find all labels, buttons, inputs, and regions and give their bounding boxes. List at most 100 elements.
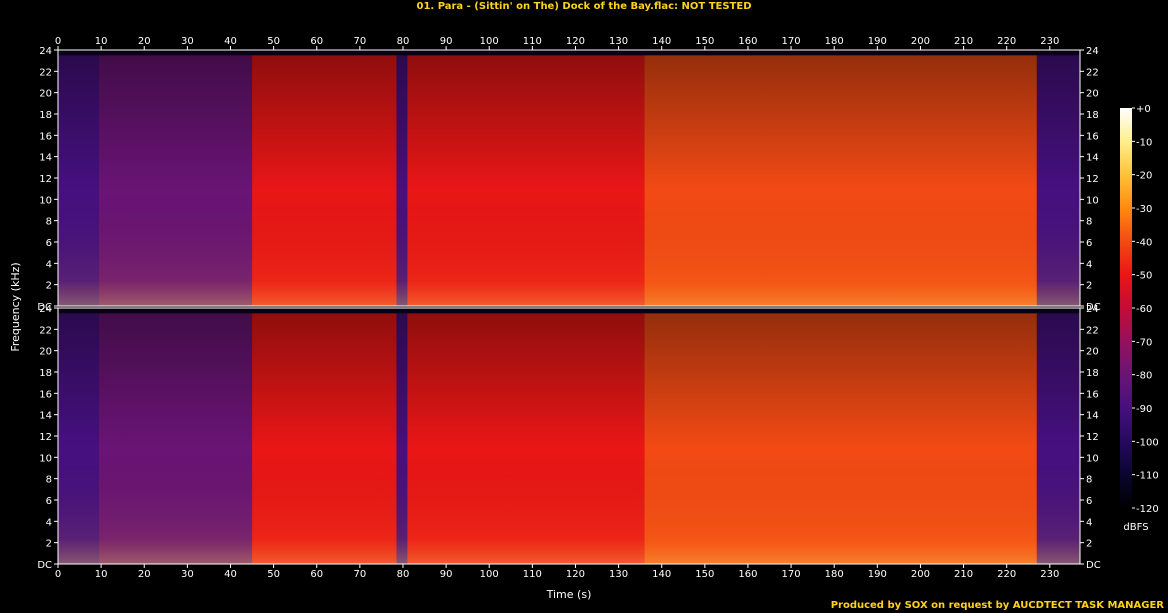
x-tick-label: 160 [738,569,757,580]
x-tick-label: 120 [566,569,585,580]
x-tick-label: 220 [997,36,1016,47]
y-tick-label: DC [37,560,52,571]
y-tick-label: 4 [46,259,52,270]
x-tick-label: 210 [954,569,973,580]
x-tick-label: 50 [267,36,280,47]
colorbar-label: -120 [1136,504,1159,515]
x-tick-label: 190 [868,36,887,47]
colorbar-label: -50 [1136,271,1152,282]
y-tick-label: 18 [39,110,52,121]
y-tick-label: 22 [39,325,52,336]
colorbar [1120,108,1132,508]
x-tick-label: 120 [566,36,585,47]
y-tick-label: 10 [1086,195,1099,206]
y-tick-label: 6 [1086,496,1092,507]
y-tick-label: 22 [1086,325,1099,336]
y-tick-label: 6 [46,238,52,249]
colorbar-label: -70 [1136,337,1152,348]
x-tick-label: 180 [825,569,844,580]
y-tick-label: 24 [39,304,52,315]
x-tick-label: 30 [181,36,194,47]
channel-panel-2 [57,307,1081,565]
x-tick-label: 80 [397,36,410,47]
y-tick-label: 8 [1086,217,1092,228]
x-tick-label: 100 [480,36,499,47]
x-tick-label: 200 [911,569,930,580]
y-tick-label: 4 [1086,259,1092,270]
spectrum-shading [58,50,1080,306]
y-tick-label: 8 [1086,475,1092,486]
y-tick-label: 4 [1086,517,1092,528]
y-tick-label: 18 [1086,110,1099,121]
x-tick-label: 0 [55,569,61,580]
x-tick-label: 20 [138,36,151,47]
colorbar-label: -10 [1136,137,1152,148]
x-tick-label: 170 [782,36,801,47]
x-tick-label: 170 [782,569,801,580]
y-tick-label: 20 [39,347,52,358]
x-axis-label: Time (s) [546,588,592,601]
y-tick-label: 6 [46,496,52,507]
colorbar-label: -30 [1136,204,1152,215]
y-tick-label: 10 [39,453,52,464]
y-tick-label: 24 [1086,304,1099,315]
x-tick-label: 80 [397,569,410,580]
x-tick-label: 40 [224,569,237,580]
y-axis-label: Frequency (kHz) [9,262,22,351]
y-tick-label: 16 [39,389,52,400]
colorbar-label: -20 [1136,171,1152,182]
y-tick-label: 14 [39,153,52,164]
y-tick-label: 16 [39,131,52,142]
colorbar-label: -80 [1136,371,1152,382]
y-tick-label: 16 [1086,131,1099,142]
y-tick-label: 14 [1086,411,1099,422]
x-tick-label: 60 [310,569,323,580]
y-tick-label: 2 [46,281,52,292]
colorbar-label: +0 [1136,104,1151,115]
x-tick-label: 150 [695,36,714,47]
x-tick-label: 70 [353,569,366,580]
y-tick-label: 6 [1086,238,1092,249]
x-tick-label: 70 [353,36,366,47]
x-tick-label: 130 [609,569,628,580]
colorbar-unit: dBFS [1123,522,1148,533]
x-tick-label: 0 [55,36,61,47]
channel-panel-1 [57,49,1081,307]
x-tick-label: 90 [440,569,453,580]
x-tick-label: 110 [523,569,542,580]
y-tick-label: 8 [46,475,52,486]
y-tick-label: DC [1086,560,1101,571]
y-tick-label: 22 [1086,67,1099,78]
x-tick-label: 160 [738,36,757,47]
y-tick-label: 2 [1086,539,1092,550]
credit-text: Produced by SOX on request by AUCDTECT T… [830,600,1164,611]
y-tick-label: 12 [1086,174,1099,185]
colorbar-label: -100 [1136,437,1159,448]
y-tick-label: 8 [46,217,52,228]
y-tick-label: 24 [39,46,52,57]
x-tick-label: 220 [997,569,1016,580]
x-tick-label: 230 [1040,36,1059,47]
y-tick-label: 2 [46,539,52,550]
spectrum-shading [58,308,1080,564]
x-tick-label: 10 [95,36,108,47]
x-tick-label: 200 [911,36,930,47]
x-tick-label: 150 [695,569,714,580]
y-tick-label: 14 [1086,153,1099,164]
spectrogram-chart: 0 0 10 10 20 20 30 30 40 40 50 50 60 60 70 70 80 80 90 90 10… [9,36,1159,601]
x-tick-label: 50 [267,569,280,580]
y-tick-label: 4 [46,517,52,528]
y-tick-label: 10 [39,195,52,206]
y-tick-label: 20 [1086,347,1099,358]
y-tick-label: 12 [39,174,52,185]
x-tick-label: 100 [480,569,499,580]
y-tick-label: 20 [1086,89,1099,100]
x-tick-label: 60 [310,36,323,47]
y-tick-label: 16 [1086,389,1099,400]
x-tick-label: 210 [954,36,973,47]
y-tick-label: 12 [1086,432,1099,443]
x-tick-label: 180 [825,36,844,47]
x-tick-label: 190 [868,569,887,580]
colorbar-label: -60 [1136,304,1152,315]
y-tick-label: 24 [1086,46,1099,57]
